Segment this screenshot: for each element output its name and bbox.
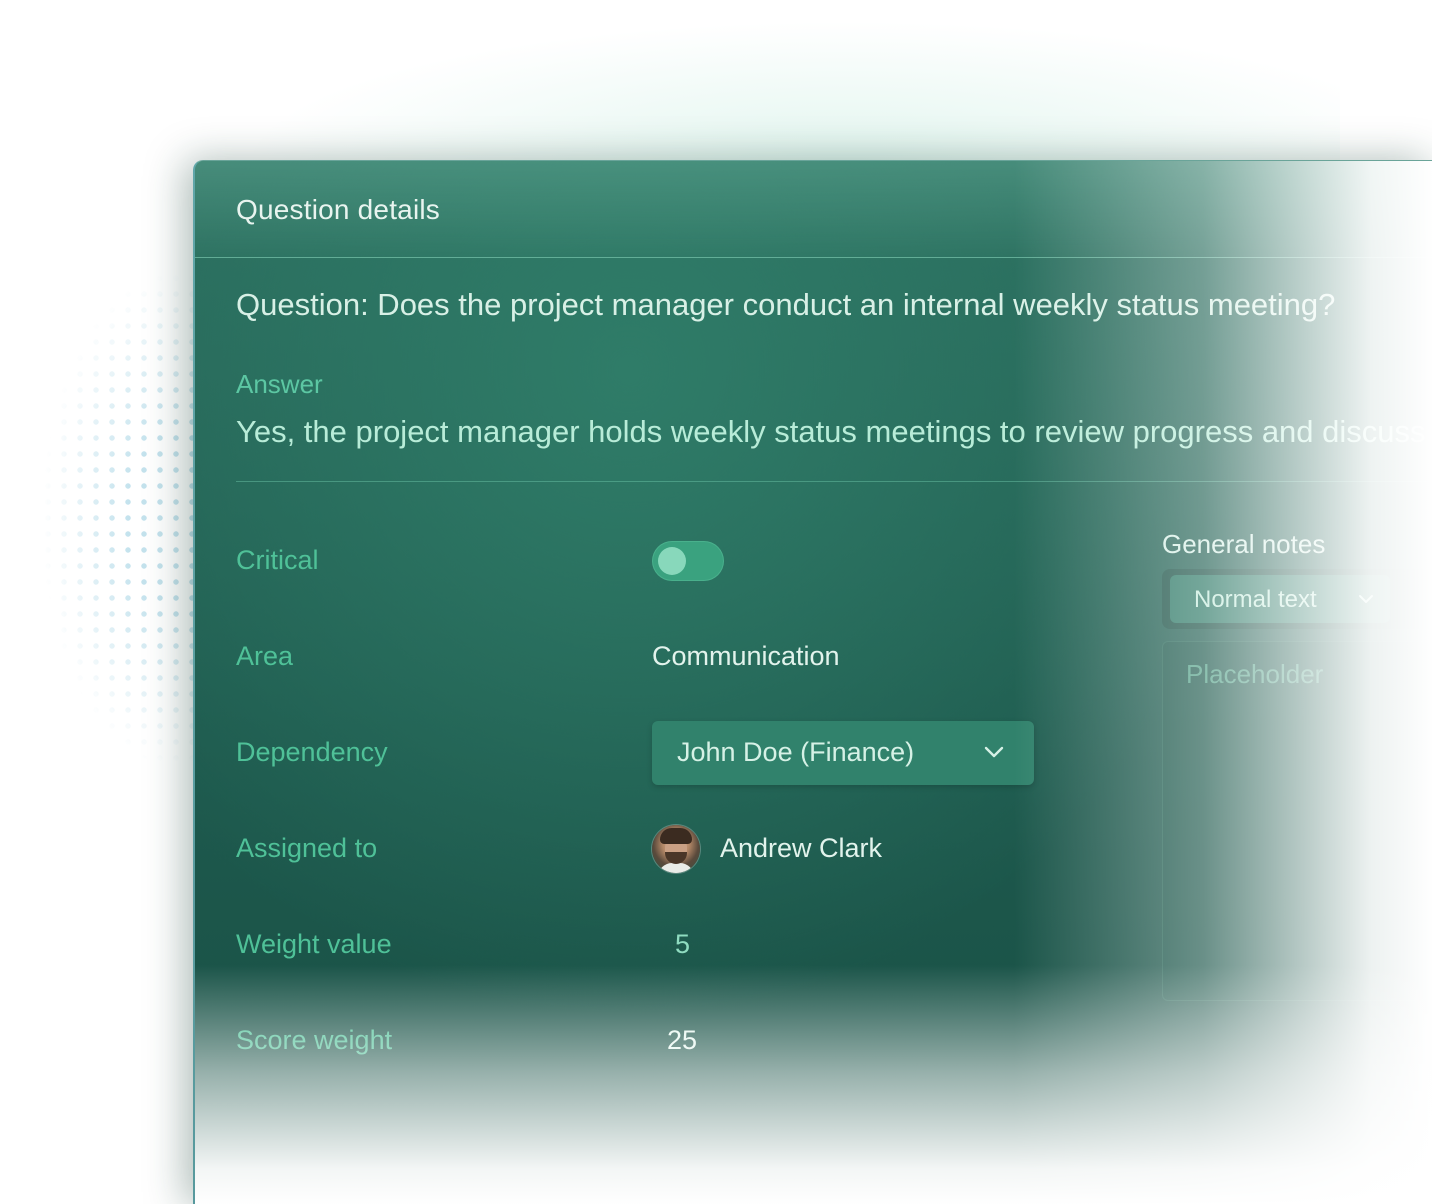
avatar-hair	[660, 828, 692, 844]
panel-header: Question details	[195, 161, 1432, 258]
answer-label: Answer	[236, 369, 323, 399]
section-divider	[236, 481, 1432, 482]
weight-value[interactable]: 5	[675, 929, 690, 960]
question-text: Question: Does the project manager condu…	[236, 287, 1336, 322]
critical-label: Critical	[236, 545, 319, 575]
answer-text: Yes, the project manager holds weekly st…	[236, 414, 1426, 449]
dot-pattern-decoration	[40, 270, 200, 770]
critical-toggle[interactable]	[652, 541, 724, 581]
text-format-value: Normal text	[1194, 586, 1317, 613]
dependency-selected-value: John Doe (Finance)	[677, 737, 915, 767]
avatar-beard	[665, 852, 687, 864]
avatar-shirt	[658, 863, 694, 873]
screen: Question details Question: Does the proj…	[0, 0, 1432, 1204]
chevron-down-icon	[1359, 595, 1373, 603]
avatar	[652, 825, 700, 873]
assigned-to-label: Assigned to	[236, 833, 378, 863]
question-details-panel: Question details Question: Does the proj…	[193, 160, 1432, 1204]
area-value: Communication	[652, 641, 840, 671]
notes-toolbar: Normal text	[1162, 569, 1432, 629]
toggle-knob	[658, 547, 686, 575]
notes-placeholder: Placeholder	[1186, 659, 1324, 689]
weight-value-label: Weight value	[236, 929, 392, 959]
text-format-select[interactable]: Normal text	[1170, 575, 1390, 623]
score-weight-label: Score weight	[236, 1025, 393, 1055]
area-label: Area	[236, 641, 294, 671]
general-notes-label: General notes	[1162, 529, 1326, 559]
assignee-name[interactable]: Andrew Clark	[720, 833, 882, 864]
general-notes-textarea[interactable]: Placeholder	[1162, 641, 1432, 1001]
score-weight-value: 25	[667, 1025, 698, 1055]
dependency-select[interactable]: John Doe (Finance)	[652, 721, 1034, 785]
dependency-label: Dependency	[236, 737, 388, 767]
panel-title: Question details	[236, 194, 440, 225]
chevron-down-icon	[984, 746, 1004, 758]
